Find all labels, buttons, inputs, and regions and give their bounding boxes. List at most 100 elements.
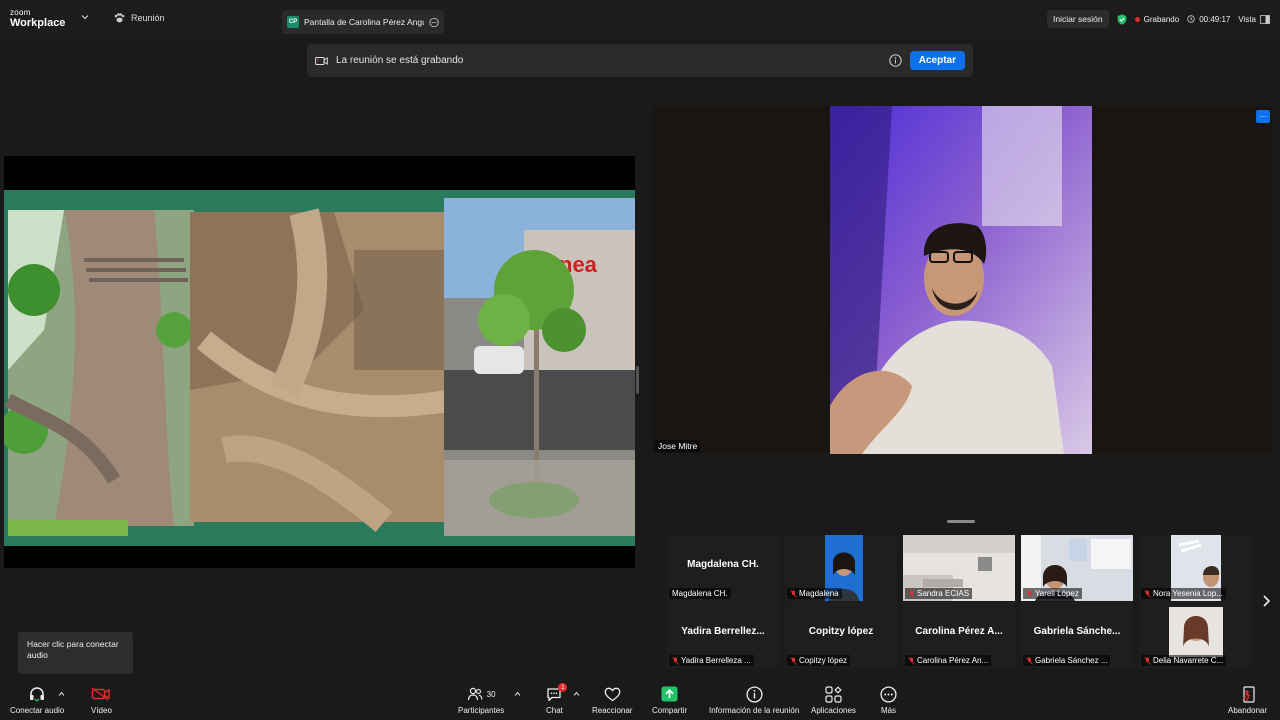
mic-muted-icon [1026,656,1033,665]
slide-photos-image: nea [4,190,635,546]
participants-options-caret-icon[interactable] [514,691,521,697]
pane-splitter[interactable] [636,366,639,394]
leave-label: Abandonar [1228,706,1268,715]
leave-icon [1242,685,1255,703]
participant-name-label: Copitzy lópez [787,655,851,666]
more-button[interactable]: Más [880,685,897,715]
info-icon[interactable] [889,54,902,67]
shared-slide: nea [4,190,635,546]
next-page-icon[interactable] [1261,594,1271,608]
shared-screen[interactable]: nea [4,156,635,568]
leave-button[interactable]: Abandonar [1228,685,1267,715]
view-button[interactable]: Vista [1238,15,1270,24]
chat-badge: 1 [558,683,568,692]
meeting-info-label: Información de la reunión [709,706,800,715]
apps-button[interactable]: Aplicaciones [811,685,856,715]
video-button[interactable]: Vídeo [91,685,112,715]
mic-muted-icon [908,656,915,665]
apps-label: Aplicaciones [811,706,856,715]
participant-name-label: Sandra ECIAS [905,588,973,599]
connect-audio-label: Conectar audio [10,706,65,715]
heart-icon [604,687,621,701]
participant-name-large: Carolina Pérez A... [915,626,1003,637]
zoom-logo: zoom Workplace [10,9,65,29]
logo-bottom-text: Workplace [10,17,66,29]
participants-label: Participantes [458,706,505,715]
clock-icon [1187,15,1195,23]
chevron-down-icon[interactable] [80,12,90,22]
mic-muted-icon [908,589,915,598]
recording-status-text: Grabando [1143,14,1180,24]
share-screen-button[interactable]: Compartir [652,685,687,715]
speaker-name-label: Jose Mitre [655,440,701,452]
apps-icon [825,685,842,703]
mic-muted-icon [1144,589,1151,598]
participant-tile[interactable]: Copitzy lópez Copitzy lópez [785,602,897,668]
participant-name-label: Nora Yesenia Lop... [1141,588,1226,599]
recording-indicator[interactable]: Grabando [1134,14,1180,24]
presenter-avatar: CP [287,16,299,28]
participant-tile[interactable]: Carolina Pérez A... Carolina Pérez An... [903,602,1015,668]
more-icon [880,685,897,703]
chat-label: Chat [546,706,563,715]
participant-tile[interactable]: Yadira Berrellez... Yadira Berrelleza ..… [667,602,779,668]
participants-icon [467,687,483,701]
timer-text: 00:49:17 [1199,14,1231,24]
video-label: Vídeo [91,706,112,715]
participant-tile[interactable]: Magdalena [785,535,897,601]
mic-muted-icon [1144,656,1151,665]
audio-options-caret-icon[interactable] [58,691,65,697]
title-bar: zoom Workplace Reunión CP Pantalla de Ca… [0,0,1280,38]
chat-button[interactable]: 1 Chat [546,683,568,715]
participant-name-large: Yadira Berrellez... [681,626,765,637]
paw-icon [114,13,125,23]
logo-top-text: zoom [10,8,31,17]
participant-tile[interactable]: Yareli López [1021,535,1133,601]
view-label: Vista [1238,14,1256,24]
participant-tile[interactable]: Gabriela Sánche... Gabriela Sánchez ... [1021,602,1133,668]
active-speaker-video[interactable] [652,106,1272,454]
reactions-button[interactable]: Reaccionar [592,685,632,715]
participant-tile[interactable]: Delia Navarrete C... [1139,602,1251,668]
meeting-info-button[interactable]: Información de la reunión [709,685,799,715]
share-label: Compartir [652,706,688,715]
gallery-resize-handle[interactable] [947,520,975,523]
chat-options-caret-icon[interactable] [573,691,580,697]
participant-tile[interactable]: Sandra ECIAS [903,535,1015,601]
participant-name-large: Copitzy lópez [808,626,874,637]
info-circle-icon [746,685,763,703]
share-tab-title: Pantalla de Carolina Pérez Angulo [304,17,424,27]
meeting-menu[interactable]: Reunión [114,13,165,23]
participant-tile[interactable]: Magdalena CH. Magdalena CH. [667,535,779,601]
more-options-button[interactable]: ··· [1256,110,1270,123]
participant-name-label: Magdalena CH. [669,588,731,599]
shield-check-icon[interactable] [1117,14,1127,25]
accept-button[interactable]: Aceptar [909,51,965,70]
participant-name-label: Magdalena [787,588,842,599]
share-screen-icon [661,686,678,702]
video-camera-icon [315,56,328,65]
participants-button[interactable]: 30 Participantes [458,685,504,715]
mic-muted-icon [672,656,679,665]
meeting-timer: 00:49:17 [1187,15,1230,24]
layout-icon [1260,14,1270,24]
meeting-toolbar: Conectar audio Vídeo 30 Participantes 1 … [0,681,1280,720]
top-right-controls: Iniciar sesión Grabando 00:49:17 Vista [1047,10,1280,28]
sign-in-button[interactable]: Iniciar sesión [1047,10,1109,28]
banner-message: La reunión se está grabando [336,55,464,66]
screen-share-tab[interactable]: CP Pantalla de Carolina Pérez Angulo [282,10,444,34]
participant-name-large: Magdalena CH. [687,559,759,570]
more-options-icon[interactable] [429,17,439,28]
connect-audio-button[interactable]: Conectar audio [10,685,64,715]
participant-name-label: Delia Navarrete C... [1141,655,1227,666]
speaker-video-image [652,106,1272,454]
recording-dot-icon [1134,16,1140,22]
participants-count: 30 [486,689,496,699]
participant-name-label: Carolina Pérez An... [905,655,992,666]
reactions-label: Reaccionar [592,706,633,715]
participant-name-label: Yareli López [1023,588,1082,599]
participant-name-large: Gabriela Sánche... [1033,626,1121,637]
participant-tile[interactable]: Nora Yesenia Lop... [1139,535,1251,601]
meeting-label-text: Reunión [131,13,165,23]
more-label: Más [880,706,897,715]
